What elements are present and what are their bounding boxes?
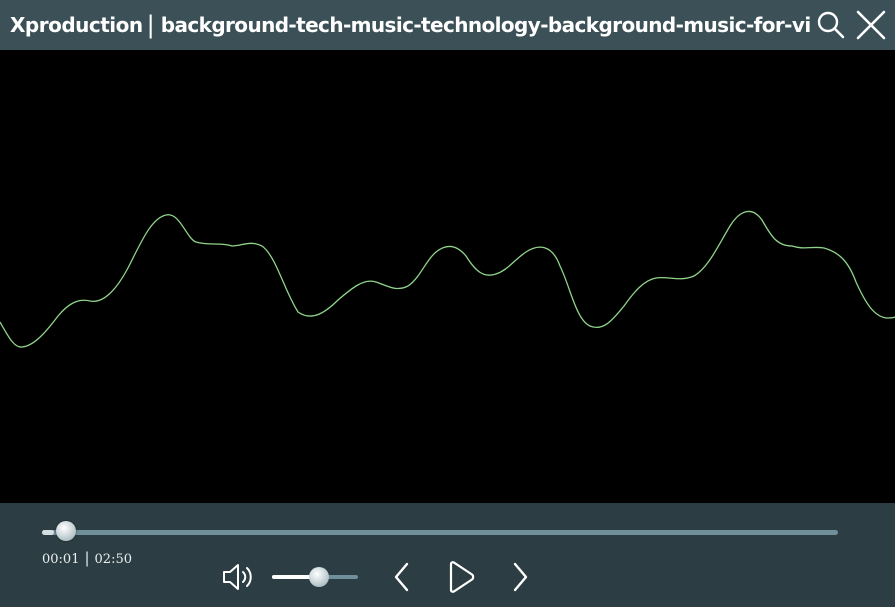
waveform-visualizer — [0, 50, 895, 503]
waveform-line — [0, 210, 895, 348]
track-title: background-tech-music-technology-backgro… — [160, 13, 811, 37]
search-icon — [817, 11, 845, 39]
close-button[interactable] — [851, 5, 891, 45]
search-button[interactable] — [811, 5, 851, 45]
player-controls: 00:01 | 02:50 — [0, 503, 895, 607]
progress-fill — [42, 530, 54, 535]
progress-handle[interactable] — [55, 521, 76, 541]
time-display: 00:01 | 02:50 — [42, 549, 132, 567]
chevron-right-icon — [513, 562, 528, 592]
chevron-left-icon — [394, 562, 409, 592]
title-bar: Xproduction | background-tech-music-tech… — [0, 0, 895, 50]
app-name: Xproduction — [10, 13, 143, 37]
play-button[interactable] — [442, 557, 480, 597]
title-separator: | — [146, 11, 155, 39]
play-icon — [449, 561, 475, 593]
speaker-icon — [223, 564, 252, 590]
volume-handle[interactable] — [309, 567, 330, 587]
title-wrap: Xproduction | background-tech-music-tech… — [10, 11, 811, 39]
previous-button[interactable] — [386, 559, 418, 595]
time-separator: | — [84, 549, 90, 567]
close-icon — [856, 10, 886, 40]
volume-button[interactable] — [220, 559, 256, 595]
progress-track[interactable] — [42, 530, 838, 535]
next-button[interactable] — [504, 559, 536, 595]
current-time: 00:01 — [42, 552, 80, 567]
waveform-canvas — [0, 210, 895, 348]
duration: 02:50 — [94, 552, 132, 567]
